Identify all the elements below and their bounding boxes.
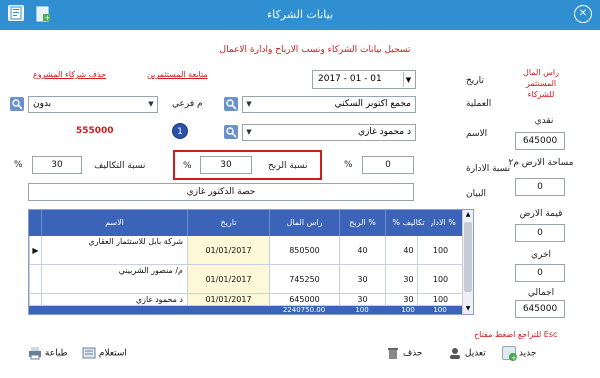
other-field[interactable]: 0 [515, 264, 565, 282]
name-select[interactable]: ▼ د محمود غازي [242, 124, 416, 141]
new-button[interactable]: + جديد [502, 346, 554, 362]
profit-percent-sign: % [183, 161, 192, 171]
operation-search-icon[interactable] [224, 97, 238, 114]
profit-ratio-label: نسبة الربح [268, 161, 308, 171]
grid-header-capital[interactable]: راس المال [269, 210, 339, 236]
grid-header-profit[interactable]: الربح % [339, 210, 385, 236]
admin-ratio-field[interactable]: 0 [362, 156, 414, 174]
name-value: د محمود غازي [357, 127, 411, 137]
sub-search-icon[interactable] [10, 97, 24, 114]
date-picker[interactable]: 2017 - 01 - 01 ▼ [312, 70, 416, 89]
land-value-field[interactable]: 0 [515, 224, 565, 242]
query-icon [82, 346, 96, 360]
table-cell[interactable]: 30 [339, 294, 385, 306]
sub-value: بدون [33, 99, 52, 109]
chevron-down-icon: ▼ [246, 128, 252, 136]
grid-header-indicator [29, 210, 41, 236]
total-label: اجمالي [527, 288, 555, 298]
operation-select[interactable]: ▼ مجمع اكتوبر السكني [242, 96, 416, 113]
delete-button[interactable]: حذف [386, 346, 430, 360]
row-indicator[interactable] [29, 294, 41, 306]
table-cell[interactable]: د محمود غازي [41, 294, 187, 306]
operation-label: العملية [466, 99, 492, 109]
admin-ratio-label: نسبة الادارة [466, 164, 511, 174]
cost-percent-sign: % [14, 160, 23, 170]
sub-label: م فرعي [172, 99, 203, 109]
sub-select[interactable]: ▼ بدون [28, 96, 158, 113]
footer-cost-total: 100 [385, 306, 431, 314]
query-label: استعلام [98, 348, 127, 359]
amount-display: 555000 [76, 126, 114, 136]
trash-icon [386, 346, 400, 360]
date-value: 2017 - 01 - 01 [318, 74, 382, 84]
scroll-thumb[interactable] [464, 222, 472, 292]
table-cell[interactable]: 01/01/2017 [187, 294, 269, 306]
edit-icon [448, 346, 462, 360]
name-label: الاسم [466, 129, 488, 139]
new-icon: + [502, 346, 517, 362]
operation-value: مجمع اكتوبر السكني [334, 99, 411, 109]
table-cell[interactable]: 30 [385, 265, 431, 294]
cash-label: نقدي [534, 116, 554, 126]
grid-header-name[interactable]: الاسم [41, 210, 187, 236]
statement-field[interactable]: حصة الدكتور غازي [28, 183, 414, 201]
esc-hint: للتراجع اضغط مفتاح Esc [474, 330, 558, 339]
cost-ratio-label: نسبة التكاليف [94, 161, 146, 171]
table-cell[interactable]: 01/01/2017 [187, 236, 269, 265]
delete-partners-link[interactable]: حذف شركاء المشروع [33, 70, 106, 79]
table-cell[interactable]: 745250 [269, 265, 339, 294]
table-cell[interactable]: 40 [385, 236, 431, 265]
calendar-dropdown-icon[interactable]: ▼ [403, 72, 413, 87]
new-label: جديد [518, 348, 537, 359]
page-subtitle: تسجيل بيانات الشركاء ونسب الارباح وادارة… [219, 45, 411, 55]
table-cell[interactable]: 30 [385, 294, 431, 306]
table-cell[interactable]: شركة بابل للاستثمار العقاري [41, 236, 187, 265]
table-cell[interactable]: 30 [339, 265, 385, 294]
print-label: طباعة [44, 348, 68, 359]
land-area-field[interactable]: 0 [515, 178, 565, 196]
land-area-label: مساحة الارض م٢ [508, 158, 574, 168]
chevron-down-icon: ▼ [148, 100, 154, 108]
edit-button[interactable]: تعديل [448, 346, 492, 360]
edit-label: تعديل [464, 348, 486, 359]
close-icon[interactable]: ✕ [574, 5, 592, 23]
footer-capital-total: 2240750.00 [269, 306, 339, 314]
cash-field[interactable]: 645000 [515, 132, 565, 150]
grid-scrollbar[interactable]: ▲ ▼ [462, 210, 473, 314]
total-field: 645000 [515, 300, 565, 318]
printer-icon [28, 346, 42, 360]
partners-grid: الادارة % % تكاليف الربح % راس المال تار… [28, 209, 474, 315]
row-indicator-icon[interactable]: ▶ [29, 236, 41, 265]
cost-ratio-field[interactable]: 30 [32, 156, 82, 174]
name-search-icon[interactable] [224, 125, 238, 142]
admin-percent-sign: % [344, 160, 353, 170]
print-button[interactable]: طباعة [28, 346, 74, 360]
other-label: اخري [530, 250, 552, 260]
follow-investors-link[interactable]: متابعة المستثمرين [147, 70, 208, 79]
scroll-down-icon[interactable]: ▼ [464, 305, 472, 313]
date-label: تاريخ [466, 76, 484, 86]
grid-header-date[interactable]: تاريخ [187, 210, 269, 236]
footer-profit-total: 100 [339, 306, 385, 314]
svg-text:+: + [511, 354, 517, 361]
grid-header-cost[interactable]: % تكاليف [385, 210, 431, 236]
row-indicator[interactable] [29, 265, 41, 294]
table-cell[interactable]: م/ منصور الشربيني [41, 265, 187, 294]
capital-label: راس المال المستثمر للشركاء [523, 68, 559, 99]
query-button[interactable]: استعلام [82, 346, 136, 360]
delete-label: حذف [402, 348, 423, 359]
title-bar: + بيانات الشركاء ✕ [0, 0, 600, 30]
land-value-label: قيمة الارض [519, 209, 563, 219]
profit-ratio-field[interactable]: 30 [200, 156, 252, 174]
chevron-down-icon: ▼ [246, 100, 252, 108]
annotation-badge: 1 [172, 123, 188, 139]
scroll-up-icon[interactable]: ▲ [464, 211, 472, 219]
table-cell[interactable]: 850500 [269, 236, 339, 265]
window-title: بيانات الشركاء [266, 8, 334, 21]
table-cell[interactable]: 01/01/2017 [187, 265, 269, 294]
statement-label: البيان [466, 189, 487, 199]
table-cell[interactable]: 40 [339, 236, 385, 265]
table-cell[interactable]: 645000 [269, 294, 339, 306]
